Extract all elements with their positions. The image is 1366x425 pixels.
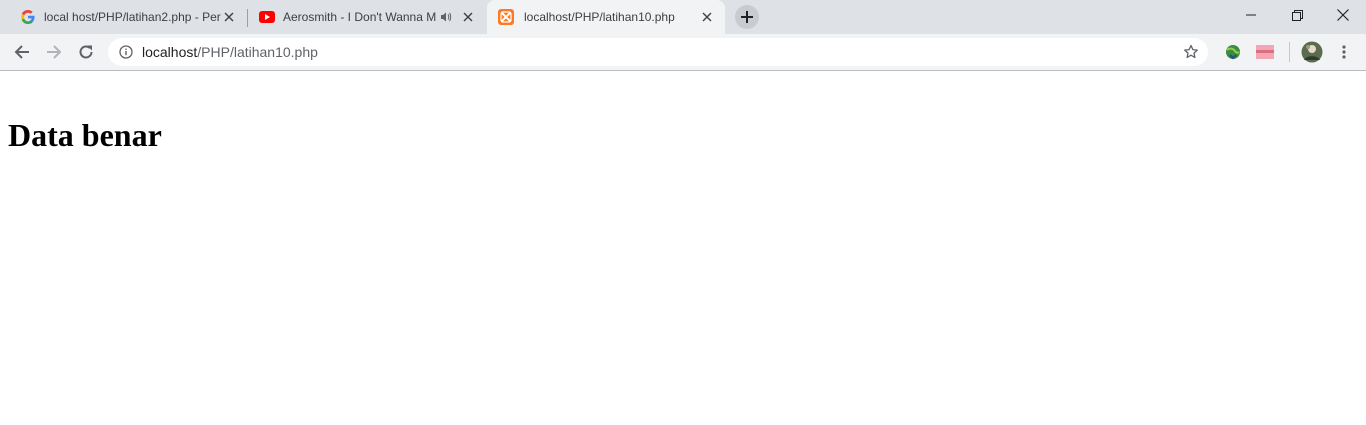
menu-kebab-icon[interactable] bbox=[1332, 40, 1356, 64]
toolbar-separator bbox=[1289, 42, 1290, 62]
tab-title: localhost/PHP/latihan10.php bbox=[524, 10, 675, 24]
close-tab-icon[interactable] bbox=[460, 9, 476, 25]
idm-extension-icon[interactable] bbox=[1221, 40, 1245, 64]
reload-button[interactable] bbox=[72, 38, 100, 66]
tab-title: Aerosmith - I Don't Wanna M bbox=[283, 10, 437, 24]
address-bar[interactable]: localhost/PHP/latihan10.php bbox=[108, 38, 1208, 66]
close-tab-icon[interactable] bbox=[221, 9, 237, 25]
url-text[interactable]: localhost/PHP/latihan10.php bbox=[142, 44, 318, 60]
page-content: Data benar bbox=[0, 71, 1366, 425]
close-icon bbox=[1337, 9, 1349, 21]
xampp-icon bbox=[498, 9, 514, 25]
browser-toolbar: localhost/PHP/latihan10.php bbox=[0, 34, 1366, 70]
tab-strip: local host/PHP/latihan2.php - Per Aerosm… bbox=[0, 0, 1366, 34]
tab-title: local host/PHP/latihan2.php - Per bbox=[44, 10, 221, 24]
close-window-button[interactable] bbox=[1320, 0, 1366, 30]
forward-arrow-icon bbox=[47, 45, 62, 59]
tab-latihan10[interactable]: localhost/PHP/latihan10.php bbox=[487, 0, 725, 34]
close-tab-icon[interactable] bbox=[699, 9, 715, 25]
restore-icon bbox=[1291, 9, 1303, 21]
audio-playing-icon[interactable] bbox=[438, 9, 454, 25]
browser-chrome: local host/PHP/latihan2.php - Per Aerosm… bbox=[0, 0, 1366, 71]
bookmark-star-icon[interactable] bbox=[1182, 43, 1200, 61]
extension-thumbnail-icon[interactable] bbox=[1253, 40, 1277, 64]
tab-aerosmith[interactable]: Aerosmith - I Don't Wanna M bbox=[248, 0, 486, 34]
youtube-icon bbox=[259, 9, 275, 25]
url-host: localhost bbox=[142, 44, 198, 60]
forward-button[interactable] bbox=[40, 38, 68, 66]
back-button[interactable] bbox=[8, 38, 36, 66]
new-tab-button[interactable] bbox=[735, 5, 759, 29]
restore-button[interactable] bbox=[1274, 0, 1320, 30]
minimize-button[interactable] bbox=[1228, 0, 1274, 30]
back-arrow-icon bbox=[14, 45, 29, 59]
tab-latihan2[interactable]: local host/PHP/latihan2.php - Per bbox=[0, 0, 247, 34]
reload-icon bbox=[79, 45, 93, 59]
page-heading: Data benar bbox=[8, 117, 162, 153]
url-path: /PHP/latihan10.php bbox=[197, 44, 318, 60]
site-info-icon[interactable] bbox=[118, 44, 134, 60]
avatar[interactable] bbox=[1300, 40, 1324, 64]
plus-icon bbox=[741, 11, 753, 23]
google-icon bbox=[20, 9, 36, 25]
minimize-icon bbox=[1246, 14, 1256, 16]
